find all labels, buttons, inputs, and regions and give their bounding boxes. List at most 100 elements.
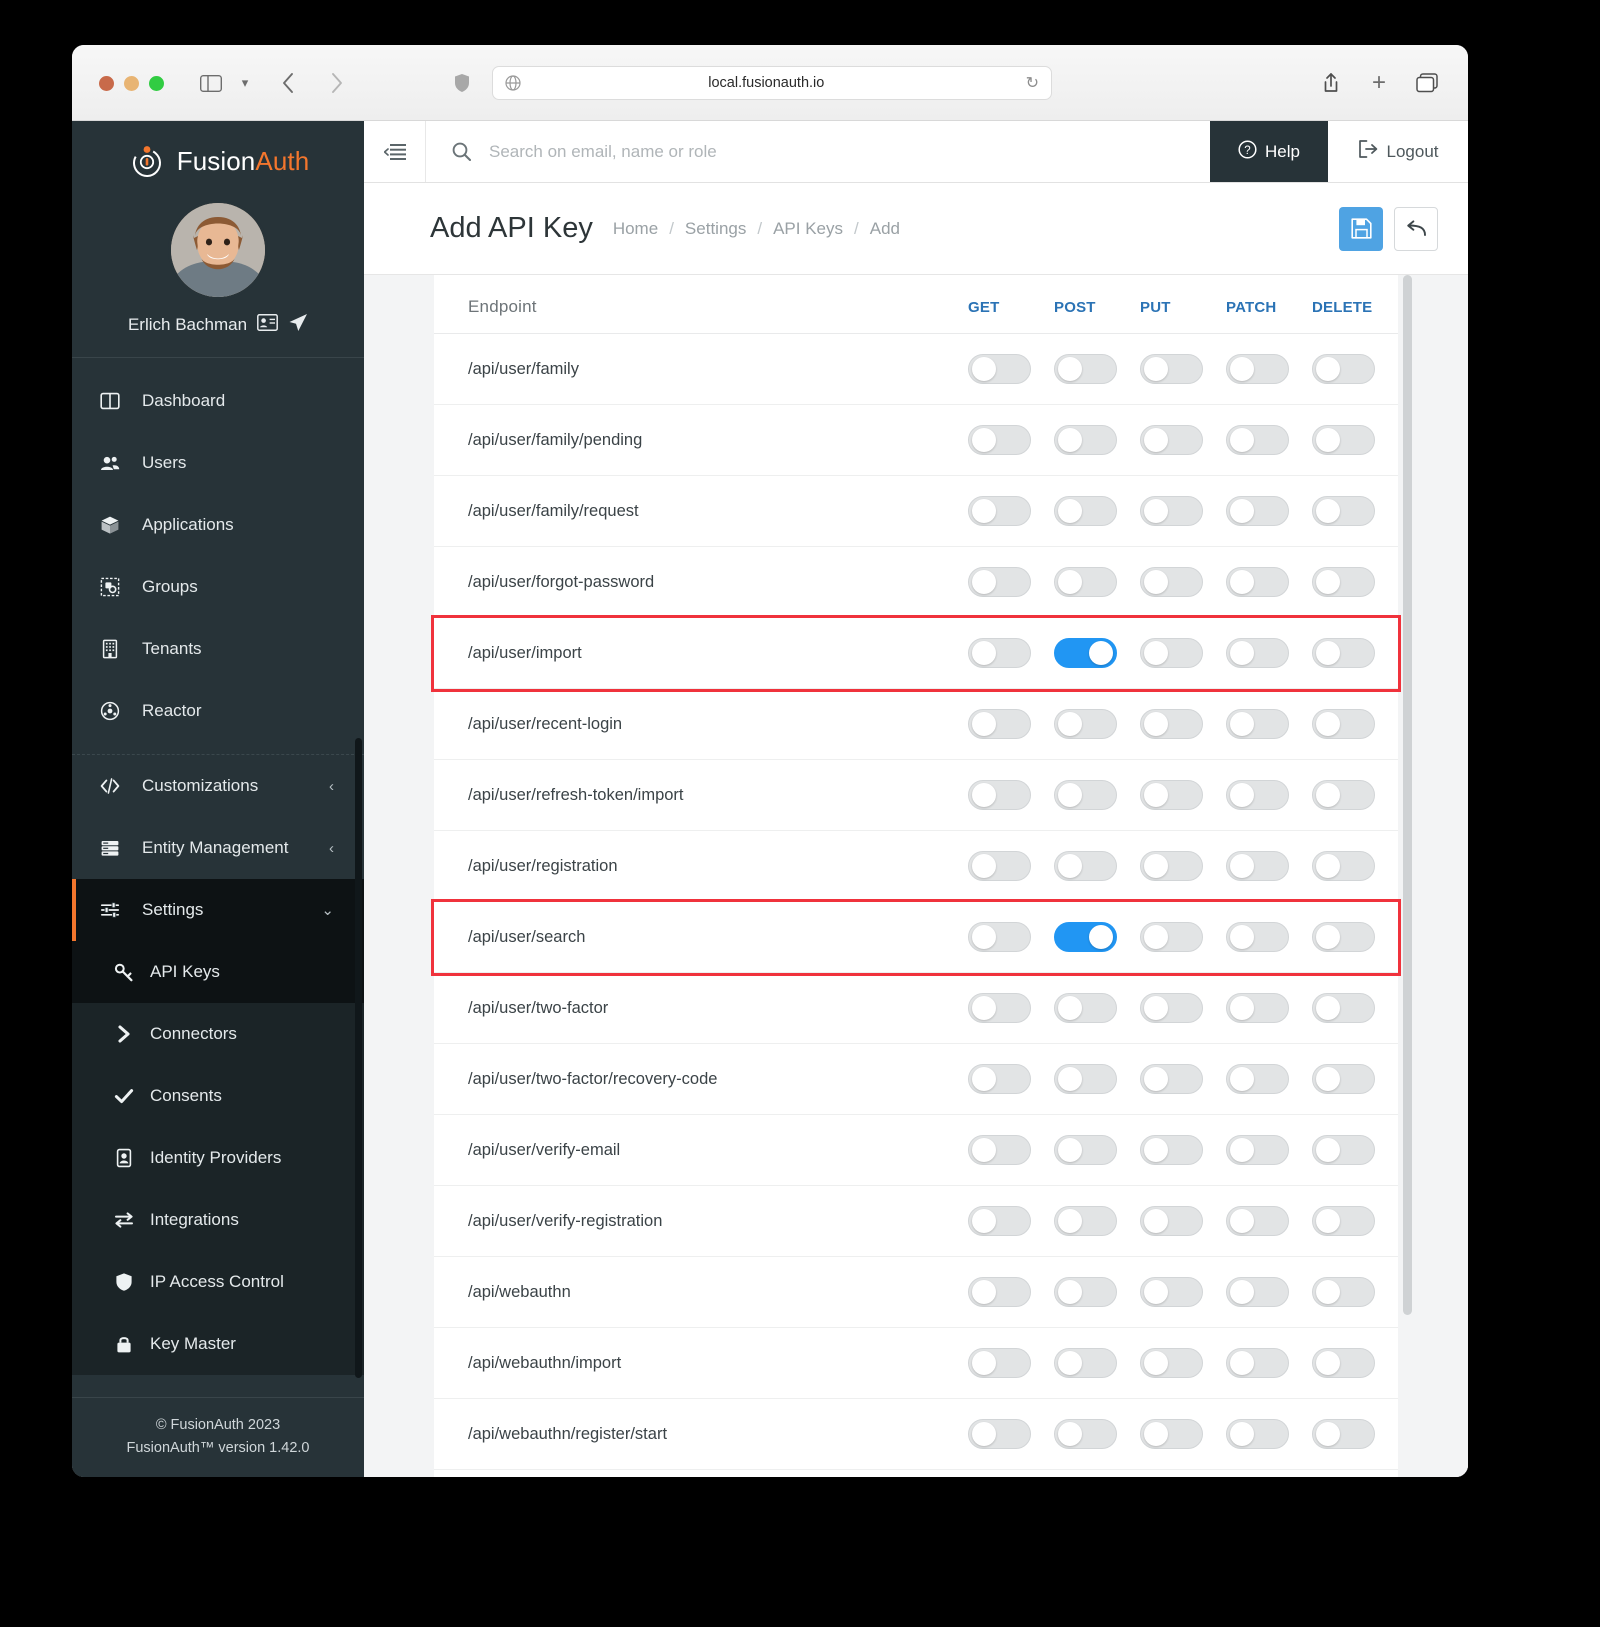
toggle-delete[interactable] <box>1312 709 1375 739</box>
toggle-delete[interactable] <box>1312 567 1375 597</box>
toggle-delete[interactable] <box>1312 780 1375 810</box>
sidebar-subitem-integrations[interactable]: Integrations <box>72 1189 364 1251</box>
id-card-icon[interactable] <box>257 314 278 336</box>
breadcrumb-item-api-keys[interactable]: API Keys <box>773 219 843 239</box>
toggle-get[interactable] <box>968 1206 1031 1236</box>
toggle-get[interactable] <box>968 851 1031 881</box>
save-button[interactable] <box>1339 206 1383 251</box>
menu-toggle-icon[interactable] <box>364 121 426 182</box>
toggle-delete[interactable] <box>1312 922 1375 952</box>
sidebar-toggle-icon[interactable] <box>196 68 226 98</box>
toggle-post[interactable] <box>1054 1135 1117 1165</box>
sidebar-item-applications[interactable]: Applications <box>72 494 364 556</box>
sidebar-subitem-api-keys[interactable]: API Keys <box>72 941 364 1003</box>
sidebar-item-tenants[interactable]: Tenants <box>72 618 364 680</box>
toggle-put[interactable] <box>1140 1206 1203 1236</box>
toggle-post[interactable] <box>1054 851 1117 881</box>
toggle-delete[interactable] <box>1312 496 1375 526</box>
toggle-patch[interactable] <box>1226 780 1289 810</box>
chevron-down-icon[interactable]: ▾ <box>234 68 256 98</box>
toggle-delete[interactable] <box>1312 1419 1375 1449</box>
toggle-put[interactable] <box>1140 425 1203 455</box>
sidebar-subitem-connectors[interactable]: Connectors <box>72 1003 364 1065</box>
breadcrumb-item-home[interactable]: Home <box>613 219 658 239</box>
toggle-put[interactable] <box>1140 993 1203 1023</box>
toggle-put[interactable] <box>1140 1348 1203 1378</box>
sidebar-item-reactor[interactable]: Reactor <box>72 680 364 742</box>
search-input[interactable] <box>489 141 1210 162</box>
toggle-put[interactable] <box>1140 922 1203 952</box>
toggle-get[interactable] <box>968 1277 1031 1307</box>
toggle-get[interactable] <box>968 1348 1031 1378</box>
sidebar-scrollbar[interactable] <box>355 738 362 1378</box>
toggle-get[interactable] <box>968 354 1031 384</box>
new-tab-icon[interactable]: + <box>1364 68 1394 98</box>
brand-logo[interactable]: FusionAuth <box>72 121 364 181</box>
shield-icon[interactable] <box>447 68 477 98</box>
toggle-post[interactable] <box>1054 1064 1117 1094</box>
toggle-get[interactable] <box>968 709 1031 739</box>
toggle-get[interactable] <box>968 496 1031 526</box>
toggle-delete[interactable] <box>1312 851 1375 881</box>
toggle-patch[interactable] <box>1226 425 1289 455</box>
nav-back-icon[interactable] <box>272 68 304 98</box>
toggle-put[interactable] <box>1140 567 1203 597</box>
toggle-get[interactable] <box>968 1064 1031 1094</box>
share-icon[interactable] <box>1316 68 1346 98</box>
toggle-patch[interactable] <box>1226 993 1289 1023</box>
toggle-put[interactable] <box>1140 851 1203 881</box>
sidebar-item-dashboard[interactable]: Dashboard <box>72 370 364 432</box>
toggle-put[interactable] <box>1140 709 1203 739</box>
toggle-patch[interactable] <box>1226 922 1289 952</box>
toggle-patch[interactable] <box>1226 1277 1289 1307</box>
send-icon[interactable] <box>288 313 308 337</box>
sidebar-item-settings[interactable]: Settings ⌄ <box>72 879 364 941</box>
toggle-put[interactable] <box>1140 496 1203 526</box>
toggle-delete[interactable] <box>1312 1064 1375 1094</box>
sidebar-item-users[interactable]: Users <box>72 432 364 494</box>
maximize-window-button[interactable] <box>149 76 164 91</box>
toggle-get[interactable] <box>968 425 1031 455</box>
minimize-window-button[interactable] <box>124 76 139 91</box>
sidebar-subitem-ip-access-control[interactable]: IP Access Control <box>72 1251 364 1313</box>
reload-icon[interactable]: ↻ <box>1026 73 1039 93</box>
toggle-delete[interactable] <box>1312 1348 1375 1378</box>
logout-button[interactable]: Logout <box>1328 121 1468 182</box>
toggle-patch[interactable] <box>1226 1064 1289 1094</box>
toggle-patch[interactable] <box>1226 1135 1289 1165</box>
toggle-get[interactable] <box>968 922 1031 952</box>
breadcrumb-item-add[interactable]: Add <box>870 219 900 239</box>
toggle-post[interactable] <box>1054 780 1117 810</box>
toggle-post[interactable] <box>1054 354 1117 384</box>
toggle-patch[interactable] <box>1226 709 1289 739</box>
avatar[interactable] <box>171 203 265 297</box>
back-button[interactable] <box>1394 206 1438 251</box>
toggle-get[interactable] <box>968 780 1031 810</box>
toggle-post[interactable] <box>1054 638 1117 668</box>
toggle-put[interactable] <box>1140 1064 1203 1094</box>
user-profile[interactable]: Erlich Bachman <box>72 313 364 358</box>
toggle-put[interactable] <box>1140 1277 1203 1307</box>
toggle-put[interactable] <box>1140 780 1203 810</box>
toggle-get[interactable] <box>968 1419 1031 1449</box>
toggle-delete[interactable] <box>1312 993 1375 1023</box>
toggle-patch[interactable] <box>1226 496 1289 526</box>
toggle-get[interactable] <box>968 1135 1031 1165</box>
toggle-delete[interactable] <box>1312 1206 1375 1236</box>
toggle-patch[interactable] <box>1226 851 1289 881</box>
toggle-patch[interactable] <box>1226 354 1289 384</box>
sidebar-subitem-key-master[interactable]: Key Master <box>72 1313 364 1375</box>
toggle-post[interactable] <box>1054 567 1117 597</box>
toggle-post[interactable] <box>1054 1348 1117 1378</box>
toggle-put[interactable] <box>1140 354 1203 384</box>
toggle-post[interactable] <box>1054 496 1117 526</box>
toggle-delete[interactable] <box>1312 425 1375 455</box>
toggle-patch[interactable] <box>1226 1419 1289 1449</box>
close-window-button[interactable] <box>99 76 114 91</box>
nav-forward-icon[interactable] <box>320 68 352 98</box>
toggle-patch[interactable] <box>1226 1348 1289 1378</box>
toggle-put[interactable] <box>1140 1419 1203 1449</box>
toggle-post[interactable] <box>1054 425 1117 455</box>
toggle-patch[interactable] <box>1226 567 1289 597</box>
toggle-post[interactable] <box>1054 993 1117 1023</box>
